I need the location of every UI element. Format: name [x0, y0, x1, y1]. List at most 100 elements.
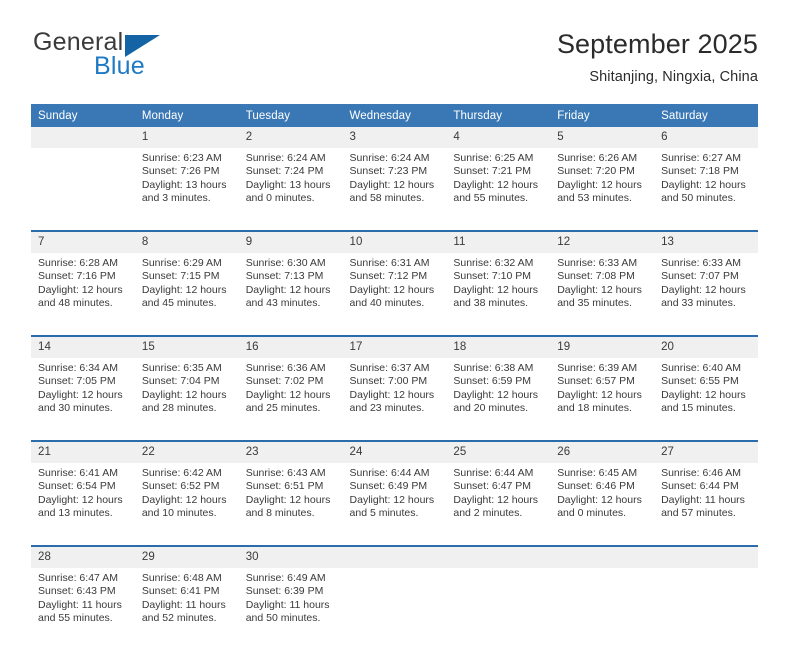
day-sunrise-text: Sunrise: 6:44 AM	[453, 467, 534, 479]
day-number[interactable]: 12	[550, 231, 655, 253]
day-daylight-text: and 5 minutes.	[349, 507, 419, 520]
week-daynumber-row: 7 8 9 10 11 12 13	[31, 231, 758, 253]
day-sunset-text: Sunset: 6:54 PM	[38, 480, 116, 493]
day-daylight-text: and 8 minutes.	[245, 507, 315, 520]
day-daylight-text: Daylight: 12 hours	[349, 283, 435, 296]
day-sunset-text: Sunset: 6:47 PM	[453, 480, 532, 493]
day-number[interactable]: 10	[342, 231, 447, 253]
day-daylight-text: and 33 minutes.	[661, 297, 736, 310]
day-number[interactable]: 1	[134, 127, 239, 148]
day-daylight-text: Daylight: 12 hours	[453, 283, 539, 296]
weekday-header-friday: Friday	[550, 104, 655, 127]
day-number[interactable]: 14	[31, 336, 135, 358]
day-sunrise-text: Sunrise: 6:44 AM	[349, 467, 430, 479]
day-sunset-text: Sunset: 6:46 PM	[557, 480, 635, 493]
day-number[interactable]: 4	[446, 127, 551, 148]
day-number[interactable]: 24	[342, 441, 447, 463]
day-sunrise-text: Sunrise: 6:27 AM	[661, 152, 742, 164]
day-cell: Sunrise: 6:24 AM Sunset: 7:24 PM Daylight:…	[238, 148, 343, 231]
day-number[interactable]: 16	[238, 336, 343, 358]
day-number[interactable]: 6	[654, 127, 758, 148]
day-number-empty	[550, 546, 655, 568]
day-number[interactable]: 18	[446, 336, 551, 358]
day-sunrise-text: Sunrise: 6:42 AM	[141, 467, 222, 479]
week-detail-row: Sunrise: 6:28 AM Sunset: 7:16 PM Daylight:…	[31, 253, 758, 336]
day-number[interactable]: 22	[134, 441, 239, 463]
day-number[interactable]: 3	[342, 127, 447, 148]
day-sunrise-text: Sunrise: 6:46 AM	[661, 467, 742, 479]
day-number[interactable]: 13	[654, 231, 758, 253]
day-sunrise-text: Sunrise: 6:24 AM	[349, 152, 430, 164]
day-sunrise-text: Sunrise: 6:36 AM	[245, 362, 326, 374]
day-daylight-text: and 20 minutes.	[453, 402, 529, 415]
day-number[interactable]: 5	[550, 127, 655, 148]
weekday-header-saturday: Saturday	[654, 104, 758, 127]
day-cell: Sunrise: 6:28 AM Sunset: 7:16 PM Daylight:…	[31, 253, 135, 336]
day-sunset-text: Sunset: 7:10 PM	[453, 270, 532, 283]
day-daylight-text: and 13 minutes.	[38, 507, 113, 520]
day-number[interactable]: 26	[550, 441, 655, 463]
day-daylight-text: and 55 minutes.	[453, 192, 529, 205]
day-cell: Sunrise: 6:40 AM Sunset: 6:55 PM Daylight:…	[654, 358, 758, 441]
day-daylight-text: and 55 minutes.	[38, 612, 113, 625]
logo-text-blue: Blue	[94, 52, 145, 80]
day-cell: Sunrise: 6:45 AM Sunset: 6:46 PM Daylight:…	[550, 463, 655, 546]
day-daylight-text: Daylight: 12 hours	[141, 388, 227, 401]
calendar-table: Sunday Monday Tuesday Wednesday Thursday…	[31, 104, 758, 650]
day-number[interactable]: 15	[134, 336, 239, 358]
week-daynumber-row: 14 15 16 17 18 19 20	[31, 336, 758, 358]
day-daylight-text: Daylight: 12 hours	[38, 388, 123, 401]
day-number[interactable]: 20	[654, 336, 758, 358]
day-number[interactable]: 21	[31, 441, 135, 463]
day-number[interactable]: 30	[238, 546, 343, 568]
day-daylight-text: and 43 minutes.	[245, 297, 321, 310]
day-cell: Sunrise: 6:33 AM Sunset: 7:08 PM Daylight:…	[550, 253, 655, 336]
day-daylight-text: and 23 minutes.	[349, 402, 425, 415]
day-number[interactable]: 8	[134, 231, 239, 253]
day-cell: Sunrise: 6:33 AM Sunset: 7:07 PM Daylight:…	[654, 253, 758, 336]
title-block: September 2025 Shitanjing, Ningxia, Chin…	[557, 28, 758, 87]
day-cell-empty	[550, 568, 655, 650]
day-sunrise-text: Sunrise: 6:32 AM	[453, 257, 534, 269]
day-sunrise-text: Sunrise: 6:23 AM	[141, 152, 222, 164]
day-number[interactable]: 28	[31, 546, 135, 568]
day-number[interactable]: 25	[446, 441, 551, 463]
day-cell-empty	[446, 568, 551, 650]
day-cell: Sunrise: 6:39 AM Sunset: 6:57 PM Daylight:…	[550, 358, 655, 441]
day-sunrise-text: Sunrise: 6:28 AM	[38, 257, 118, 269]
day-daylight-text: and 0 minutes.	[245, 192, 315, 205]
day-number[interactable]: 23	[238, 441, 343, 463]
general-blue-logo[interactable]: General Blue	[31, 28, 241, 90]
day-daylight-text: Daylight: 12 hours	[453, 388, 539, 401]
day-number-empty	[446, 546, 551, 568]
day-sunset-text: Sunset: 7:04 PM	[141, 375, 220, 388]
day-number[interactable]: 19	[550, 336, 655, 358]
day-number[interactable]: 2	[238, 127, 343, 148]
day-number[interactable]: 17	[342, 336, 447, 358]
day-cell: Sunrise: 6:26 AM Sunset: 7:20 PM Daylight:…	[550, 148, 655, 231]
day-daylight-text: Daylight: 12 hours	[453, 178, 539, 191]
day-number[interactable]: 27	[654, 441, 758, 463]
day-daylight-text: Daylight: 12 hours	[557, 388, 642, 401]
week-detail-row: Sunrise: 6:47 AM Sunset: 6:43 PM Daylight:…	[31, 568, 758, 650]
day-daylight-text: Daylight: 12 hours	[245, 388, 331, 401]
day-number[interactable]: 29	[134, 546, 239, 568]
day-daylight-text: and 52 minutes.	[141, 612, 217, 625]
day-sunrise-text: Sunrise: 6:33 AM	[661, 257, 742, 269]
day-number[interactable]: 9	[238, 231, 343, 253]
day-number-empty	[31, 127, 135, 148]
day-daylight-text: Daylight: 12 hours	[141, 283, 227, 296]
day-number[interactable]: 11	[446, 231, 551, 253]
day-cell-empty	[31, 148, 135, 231]
day-daylight-text: Daylight: 12 hours	[141, 493, 227, 506]
day-number[interactable]: 7	[31, 231, 135, 253]
day-sunrise-text: Sunrise: 6:31 AM	[349, 257, 430, 269]
page-header: General Blue September 2025 Shitanjing, …	[31, 28, 758, 96]
day-sunset-text: Sunset: 6:43 PM	[38, 585, 116, 598]
day-cell: Sunrise: 6:35 AM Sunset: 7:04 PM Daylight:…	[134, 358, 239, 441]
day-cell: Sunrise: 6:25 AM Sunset: 7:21 PM Daylight:…	[446, 148, 551, 231]
day-daylight-text: Daylight: 12 hours	[453, 493, 539, 506]
day-sunset-text: Sunset: 7:23 PM	[349, 165, 428, 178]
week-daynumber-row: 21 22 23 24 25 26 27	[31, 441, 758, 463]
day-cell: Sunrise: 6:32 AM Sunset: 7:10 PM Daylight:…	[446, 253, 551, 336]
